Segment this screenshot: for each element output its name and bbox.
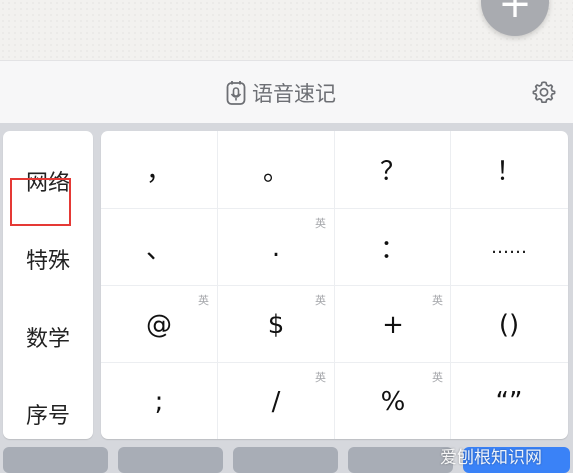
key-dot[interactable]: .英 — [218, 209, 334, 286]
bottom-key[interactable] — [233, 447, 338, 473]
key-comma[interactable]: ， — [101, 131, 217, 208]
voice-memo-button[interactable]: 语音速记 — [226, 79, 336, 107]
key-percent[interactable]: % 英 — [335, 363, 451, 440]
key-slash[interactable]: / 英 — [218, 363, 334, 440]
key-ellipsis[interactable]: …… — [451, 209, 567, 286]
plus-icon: + — [498, 0, 532, 27]
key-symbol: 、 — [145, 235, 172, 265]
key-badge: 英 — [432, 371, 443, 384]
key-symbol: ; — [154, 386, 164, 417]
bottom-key[interactable] — [348, 447, 453, 473]
key-symbol: . — [271, 232, 281, 263]
key-symbol: $ — [267, 309, 285, 340]
key-badge: 英 — [198, 294, 209, 307]
key-period-cn[interactable]: 。 — [218, 131, 334, 208]
category-label: 特殊 — [25, 249, 70, 274]
key-question[interactable]: ？ — [335, 131, 451, 208]
key-badge: 英 — [315, 294, 326, 307]
symbol-keypad: ， 。 ？ ！ 、 .英 ： …… @ 英 $ 英 + 英 () ; / 英 % 英 “” — [101, 131, 568, 439]
key-symbol: …… — [491, 237, 527, 258]
category-serial[interactable]: 序号 — [3, 384, 93, 444]
keyboard-toolbar: 语音速记 — [0, 60, 573, 123]
key-symbol: ： — [379, 235, 406, 265]
key-symbol: ！ — [495, 157, 522, 187]
key-symbol: “” — [495, 386, 523, 417]
key-parentheses[interactable]: () — [451, 286, 567, 363]
key-quotes[interactable]: “” — [451, 363, 567, 440]
key-dollar[interactable]: $ 英 — [218, 286, 334, 363]
key-symbol: ？ — [379, 157, 406, 187]
key-at[interactable]: @ 英 — [101, 286, 217, 363]
settings-gear-icon[interactable] — [532, 80, 556, 104]
key-exclamation[interactable]: ！ — [451, 131, 567, 208]
voice-memo-label: 语音速记 — [252, 82, 336, 106]
category-special[interactable]: 特殊 — [3, 229, 93, 289]
highlight-box — [10, 178, 71, 226]
key-semicolon[interactable]: ; — [101, 363, 217, 440]
key-symbol: / — [271, 386, 281, 417]
key-symbol: + — [382, 309, 404, 340]
key-colon[interactable]: ： — [335, 209, 451, 286]
watermark: 爱刨根知识网 — [440, 448, 542, 468]
key-symbol: 。 — [262, 157, 289, 187]
category-math[interactable]: 数学 — [3, 307, 93, 367]
key-badge: 英 — [315, 371, 326, 384]
key-badge: 英 — [432, 294, 443, 307]
voice-memo-icon — [226, 81, 246, 105]
bottom-key[interactable] — [118, 447, 223, 473]
key-symbol: % — [380, 386, 406, 417]
key-plus[interactable]: + 英 — [335, 286, 451, 363]
bottom-key[interactable] — [3, 447, 108, 473]
key-symbol: ， — [145, 157, 172, 187]
key-symbol: @ — [146, 309, 172, 340]
key-badge: 英 — [315, 217, 326, 230]
key-symbol: () — [498, 309, 520, 340]
key-enum-comma[interactable]: 、 — [101, 209, 217, 286]
category-label: 数学 — [25, 327, 70, 352]
category-label: 序号 — [25, 404, 70, 429]
